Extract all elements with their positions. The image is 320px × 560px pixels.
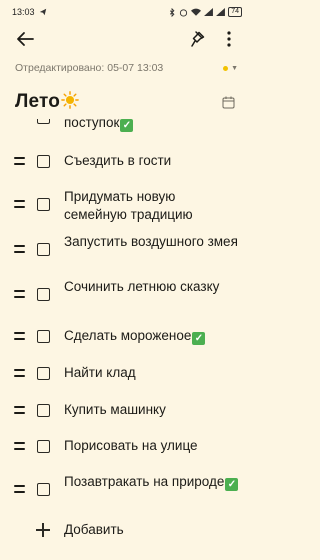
- check-mark-emoji-icon: ✓: [192, 332, 206, 345]
- drag-handle-icon[interactable]: [14, 290, 25, 298]
- status-bar: 13:03 74: [0, 0, 252, 24]
- signal-icon-2: [216, 8, 226, 16]
- checkbox[interactable]: [37, 404, 50, 417]
- drag-handle-icon[interactable]: [14, 245, 25, 253]
- battery-icon: 74: [228, 7, 242, 17]
- item-text[interactable]: поступок ✓: [64, 119, 239, 132]
- check-mark-emoji-icon: ✓: [225, 478, 239, 491]
- alarm-icon: [180, 8, 188, 17]
- note-title-text: Лето: [15, 91, 61, 112]
- checkbox[interactable]: [37, 155, 50, 168]
- arrow-left-icon[interactable]: [16, 31, 34, 47]
- calendar-icon[interactable]: [222, 96, 235, 109]
- add-item-button[interactable]: Добавить: [0, 521, 252, 543]
- checkbox[interactable]: [37, 288, 50, 301]
- color-dot: [223, 65, 229, 71]
- add-item-label: Добавить: [64, 522, 124, 537]
- battery-level: 74: [231, 8, 239, 15]
- status-time: 13:03: [12, 7, 35, 17]
- item-text[interactable]: Найти клад: [64, 364, 239, 382]
- chevron-down-icon: ▼: [231, 64, 238, 72]
- status-left: 13:03: [12, 7, 47, 17]
- signal-icon: [204, 8, 214, 16]
- drag-handle-icon[interactable]: [14, 442, 25, 450]
- note-title[interactable]: Лето: [15, 91, 79, 113]
- item-text[interactable]: Позавтракать на природе ✓: [64, 473, 239, 491]
- drag-handle-icon[interactable]: [14, 485, 25, 493]
- plus-icon: [36, 523, 50, 537]
- item-text[interactable]: Запустить воздушного змея: [64, 233, 239, 251]
- bluetooth-icon: [170, 7, 175, 17]
- item-text[interactable]: Порисовать на улице: [64, 437, 239, 455]
- check-mark-emoji-icon: ✓: [120, 119, 134, 132]
- checkbox[interactable]: [37, 483, 50, 496]
- item-text[interactable]: Купить машинку: [64, 401, 239, 419]
- item-text[interactable]: Съездить в гости: [64, 152, 239, 170]
- drag-handle-icon[interactable]: [14, 157, 25, 165]
- checkbox[interactable]: [37, 119, 50, 124]
- item-text[interactable]: Сочинить летнюю сказку: [64, 278, 239, 296]
- drag-handle-icon[interactable]: [14, 406, 25, 414]
- edited-timestamp: Отредактировано: 05-07 13:03: [15, 62, 164, 74]
- pin-icon[interactable]: [190, 30, 206, 48]
- checkbox[interactable]: [37, 198, 50, 211]
- drag-handle-icon[interactable]: [14, 332, 25, 340]
- status-right: 74: [169, 7, 242, 17]
- checkbox[interactable]: [37, 440, 50, 453]
- color-picker[interactable]: ▼: [223, 65, 238, 72]
- drag-handle-icon[interactable]: [14, 200, 25, 208]
- edited-row: Отредактировано: 05-07 13:03 ▼: [15, 60, 238, 76]
- checklist: поступок ✓ Съездить в гости Придумать нов…: [0, 119, 252, 560]
- checkbox[interactable]: [37, 243, 50, 256]
- item-text[interactable]: Придумать новую семейную традицию: [64, 188, 239, 224]
- title-row: Лето: [15, 88, 238, 116]
- checkbox[interactable]: [37, 330, 50, 343]
- more-vert-icon[interactable]: [220, 30, 238, 48]
- checkbox[interactable]: [37, 367, 50, 380]
- telegram-icon: [39, 8, 46, 16]
- item-text[interactable]: Сделать мороженое ✓: [64, 327, 239, 345]
- sun-icon: [61, 91, 79, 109]
- wifi-icon: [191, 8, 202, 16]
- drag-handle-icon[interactable]: [14, 369, 25, 377]
- toolbar: [0, 24, 252, 54]
